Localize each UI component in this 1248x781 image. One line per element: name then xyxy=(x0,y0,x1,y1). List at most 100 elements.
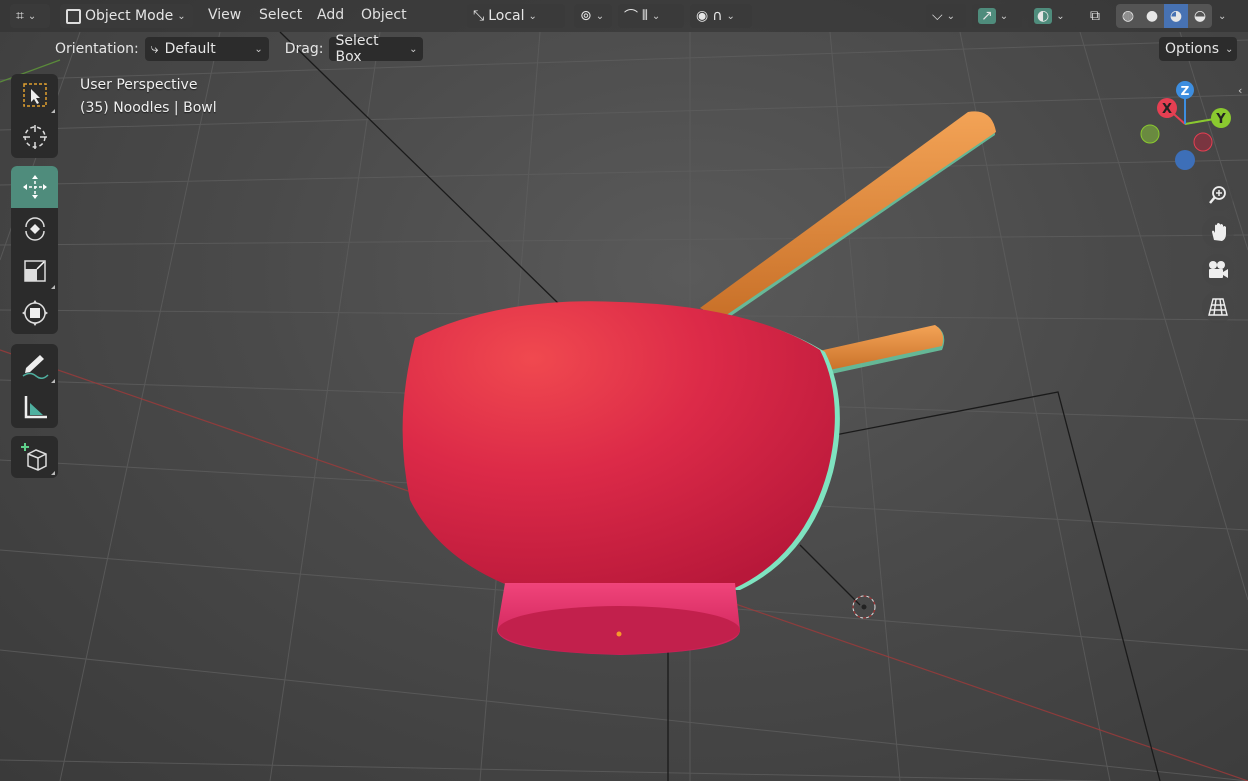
select-box-icon xyxy=(22,83,47,107)
tool-variant-indicator xyxy=(51,285,55,289)
orientation-axes-icon: ⤷ xyxy=(150,41,159,57)
x-axis-label: X xyxy=(1162,102,1172,117)
menu-view[interactable]: View xyxy=(208,7,241,23)
tool-variant-indicator xyxy=(51,379,55,383)
tool-cursor[interactable] xyxy=(11,116,58,158)
rendered-icon: ◒ xyxy=(1193,8,1207,24)
drag-dropdown[interactable]: Select Box ⌄ xyxy=(329,33,424,65)
toolbar-annotate-group xyxy=(11,344,58,428)
cursor-icon xyxy=(22,125,47,149)
selectability-icon: ⌵ xyxy=(932,8,943,24)
camera-view-button[interactable] xyxy=(1202,254,1234,286)
3d-cursor xyxy=(852,595,876,619)
neg-x-axis-handle[interactable] xyxy=(1193,132,1213,152)
chevron-down-icon: ⌄ xyxy=(528,10,537,22)
snap-increment-icon: ⫴ xyxy=(642,8,648,24)
mode-label: Object Mode xyxy=(85,8,174,24)
xray-toggle[interactable]: ⧉ xyxy=(1084,4,1108,28)
chevron-down-icon: ⌄ xyxy=(726,10,735,22)
chevron-down-icon: ⌄ xyxy=(1056,10,1065,22)
pan-button[interactable] xyxy=(1202,216,1234,248)
tool-rotate[interactable] xyxy=(11,208,58,250)
material-preview-button[interactable]: ◕ xyxy=(1164,4,1188,28)
tool-transform[interactable] xyxy=(11,292,58,334)
neg-y-axis-handle[interactable] xyxy=(1140,124,1160,144)
falloff-icon: ∩ xyxy=(712,8,723,24)
shading-mode-group[interactable]: ◍ ● ◕ ◒ xyxy=(1116,4,1212,28)
solid-shading-button[interactable]: ● xyxy=(1140,4,1164,28)
editor-type-button[interactable]: ⌗ ⌄ xyxy=(10,4,50,28)
chevron-down-icon: ⌄ xyxy=(1218,10,1227,22)
snapping-group[interactable]: ⌒ ⫴ ⌄ xyxy=(618,4,684,28)
orientation-dropdown[interactable]: ⤷ Default ⌄ xyxy=(144,37,269,61)
wireframe-shading-button[interactable]: ◍ xyxy=(1116,4,1140,28)
grid-perspective-icon xyxy=(1208,298,1228,316)
chevron-down-icon: ⌄ xyxy=(27,10,37,22)
tool-move[interactable] xyxy=(11,166,58,208)
menu-add[interactable]: Add xyxy=(317,7,344,23)
object-info-label: (35) Noodles | Bowl xyxy=(80,100,217,116)
zoom-button[interactable] xyxy=(1202,179,1234,211)
3d-viewport[interactable]: ⌗ ⌄ Object Mode ⌄ View Select Add Object … xyxy=(0,0,1248,781)
overlays-icon: ◐ xyxy=(1034,8,1053,24)
perspective-toggle-button[interactable] xyxy=(1202,291,1234,323)
menu-select[interactable]: Select xyxy=(259,7,302,23)
tool-measure[interactable] xyxy=(11,386,58,428)
gizmo-icon: ↗ xyxy=(978,8,996,24)
perspective-label: User Perspective xyxy=(80,77,198,93)
tool-variant-indicator xyxy=(51,471,55,475)
chevron-down-icon: ⌄ xyxy=(595,10,605,22)
y-axis-handle[interactable]: Y xyxy=(1211,108,1231,128)
pivot-point-dropdown[interactable]: ⊚ ⌄ xyxy=(574,4,612,28)
viewport-scene xyxy=(0,31,1248,781)
tool-add-cube[interactable] xyxy=(11,436,58,478)
object-mode-icon xyxy=(66,8,81,24)
shading-options-button[interactable]: ⌄ xyxy=(1212,4,1240,28)
editor-type-icon: ⌗ xyxy=(16,8,24,24)
transform-orientation-dropdown[interactable]: ⤡ Local ⌄ xyxy=(467,4,565,28)
add-cube-icon xyxy=(20,443,47,471)
orientation-icon: ⤡ xyxy=(473,8,485,24)
move-icon xyxy=(22,175,47,199)
rendered-shading-button[interactable]: ◒ xyxy=(1188,4,1212,28)
menu-object[interactable]: Object xyxy=(361,7,407,23)
camera-icon xyxy=(1209,261,1228,278)
transform-orientation-label: Local xyxy=(488,8,525,24)
navigation-gizmo[interactable]: X Z Y xyxy=(1130,78,1240,178)
bowl xyxy=(402,301,840,655)
toolbar-add-group xyxy=(11,436,58,478)
transform-icon xyxy=(21,300,48,326)
tool-select-box[interactable] xyxy=(11,74,58,116)
y-axis-label: Y xyxy=(1215,112,1226,127)
chevron-down-icon: ⌄ xyxy=(254,43,263,55)
z-axis-handle[interactable]: Z xyxy=(1176,81,1194,99)
pivot-icon: ⊚ xyxy=(580,8,592,24)
x-axis-handle[interactable]: X xyxy=(1157,98,1177,118)
overlays-toggle[interactable]: ◐ ⌄ xyxy=(1028,4,1078,28)
visibility-dropdown[interactable]: ⌵ ⌄ xyxy=(926,4,966,28)
tool-scale[interactable] xyxy=(11,250,58,292)
options-dropdown[interactable]: Options ⌄ xyxy=(1159,37,1237,61)
tool-annotate[interactable] xyxy=(11,344,58,386)
proportional-editing-icon: ◉ xyxy=(696,8,709,24)
options-label: Options xyxy=(1165,41,1220,57)
annotate-icon xyxy=(22,355,49,379)
mode-selector[interactable]: Object Mode ⌄ xyxy=(60,4,193,28)
snap-icon: ⌒ xyxy=(624,9,638,25)
orientation-value: Default xyxy=(164,41,216,57)
sidebar-toggle-icon[interactable]: ‹ xyxy=(1238,84,1242,97)
toolbar-transform-group xyxy=(11,166,58,334)
viewport-header: ⌗ ⌄ Object Mode ⌄ View Select Add Object … xyxy=(0,0,1248,32)
gizmo-toggle[interactable]: ↗ ⌄ xyxy=(972,4,1022,28)
chevron-down-icon: ⌄ xyxy=(1225,43,1234,55)
drag-value: Select Box xyxy=(335,33,379,65)
wireframe-icon: ◍ xyxy=(1121,8,1135,24)
solid-icon: ● xyxy=(1145,8,1159,24)
orientation-label: Orientation: xyxy=(55,41,139,57)
material-icon: ◕ xyxy=(1169,8,1183,24)
neg-z-axis-handle[interactable] xyxy=(1175,150,1195,170)
chevron-down-icon: ⌄ xyxy=(999,10,1009,22)
proportional-editing-group[interactable]: ◉ ∩ ⌄ xyxy=(690,4,752,28)
hand-icon xyxy=(1212,223,1226,241)
scale-icon xyxy=(23,260,46,282)
